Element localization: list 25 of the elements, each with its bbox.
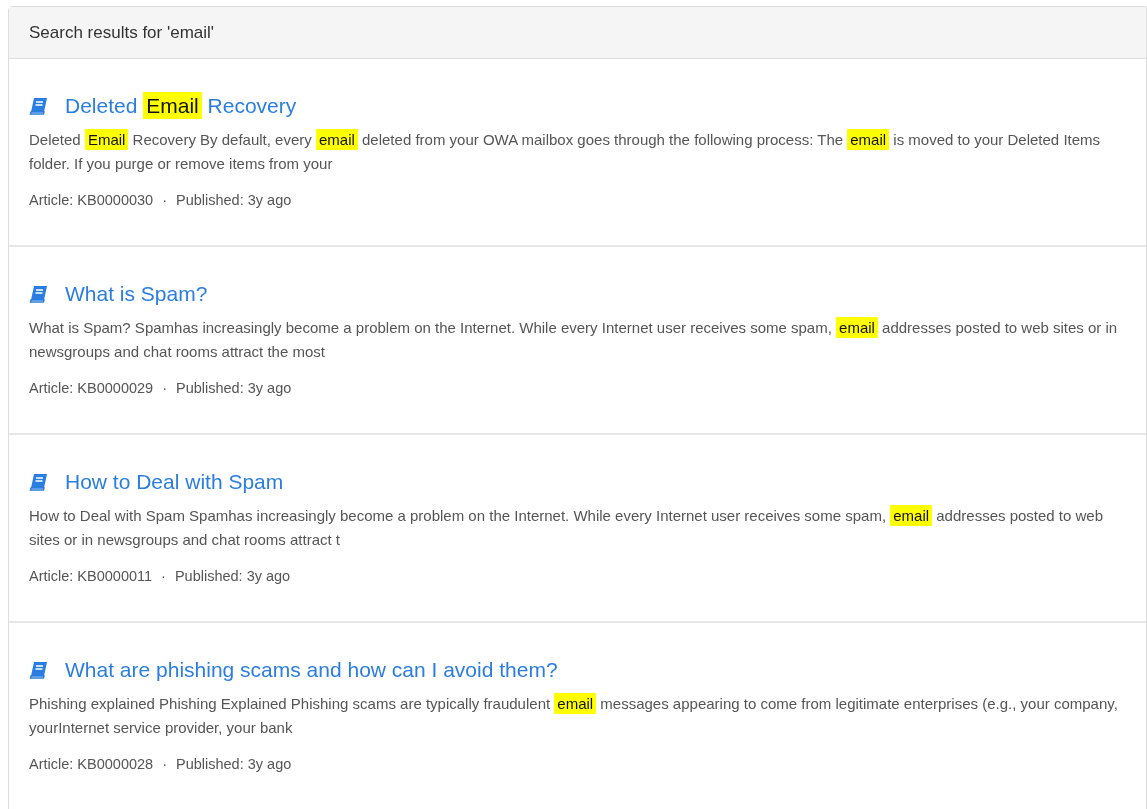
meta-separator: · <box>162 755 167 774</box>
article-title-link[interactable]: What are phishing scams and how can I avoid them? <box>65 656 558 684</box>
book-icon <box>29 473 49 491</box>
published-date: Published: 3y ago <box>176 191 292 210</box>
article-snippet: Phishing explained Phishing Explained Phishing scams are typically fraudulent email messages appearing to come from legitimate enterprises (e.g., your company, yourInternet service provider, your bank <box>29 692 1119 738</box>
panel-title: Search results for 'email' <box>29 21 215 44</box>
published-date: Published: 3y ago <box>176 755 292 774</box>
book-icon <box>29 661 49 679</box>
article-snippet: What is Spam? Spamhas increasingly become a problem on the Internet. While every Internet user receives some spam, email addresses posted to web sites or in newsgroups and chat rooms attract the most <box>29 316 1119 362</box>
article-title-link[interactable]: Deleted Email Recovery <box>65 92 297 120</box>
book-icon <box>29 285 49 303</box>
article-title-link[interactable]: How to Deal with Spam <box>65 468 284 496</box>
article-number: Article: KB0000011 <box>29 567 153 586</box>
published-date: Published: 3y ago <box>176 379 292 398</box>
book-icon <box>29 97 49 115</box>
article-number: Article: KB0000028 <box>29 755 154 774</box>
meta-separator: · <box>162 379 167 398</box>
article-number: Article: KB0000029 <box>29 379 154 398</box>
published-date: Published: 3y ago <box>174 567 291 586</box>
meta-separator: · <box>161 567 166 586</box>
article-snippet: How to Deal with Spam Spamhas increasingly become a problem on the Internet. While every Internet user receives some spam, email addresses posted to web sites or in newsgroups and chat rooms attract t <box>29 504 1105 550</box>
article-snippet: Deleted Email Recovery By default, every email deleted from your OWA mailbox goes through the following process: The email is moved to your Deleted Items folder. If you purge or remove items from your <box>29 128 1102 174</box>
article-title-link[interactable]: What is Spam? <box>65 280 208 308</box>
article-number: Article: KB0000030 <box>29 191 154 210</box>
meta-separator: · <box>162 191 167 210</box>
